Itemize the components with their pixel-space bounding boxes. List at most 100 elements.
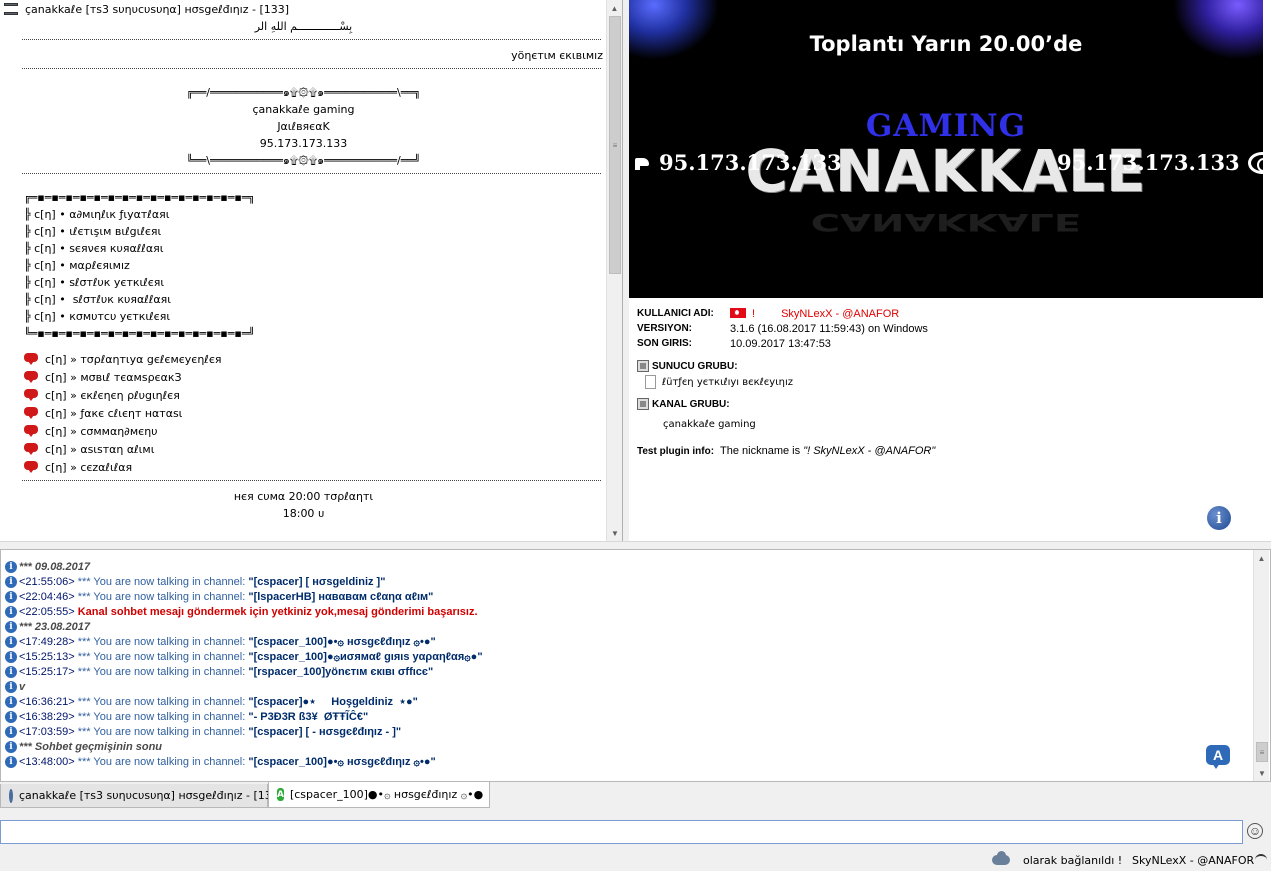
translate-icon[interactable]: A: [1206, 745, 1232, 771]
channel-bubble-icon: [24, 353, 38, 365]
tab-server[interactable]: çanakkaℓe [тѕ3 ѕυηυcυѕυηα] нσѕgeℓđıηız -…: [0, 784, 283, 808]
scroll-thumb[interactable]: ≡: [609, 16, 621, 274]
channel-tree[interactable]: çanakkaℓe [тѕ3 ѕυηυcυѕυηα] нσѕgeℓđıηız -…: [0, 0, 623, 541]
chat-scrollbar[interactable]: ▲ ≡ ▼: [1253, 550, 1269, 781]
spacer-channel[interactable]: ╠ c[η] • ιℓєтιşιм вιℓgιℓєяι: [0, 223, 607, 240]
chat-date-marker: *** 09.08.2017: [19, 560, 90, 573]
chat-timestamp: <13:48:00>: [19, 755, 75, 768]
info-small-icon: i: [5, 605, 17, 618]
version-row: VERSIYON: 3.1.6 (16.08.2017 11:59:43) on…: [637, 321, 1257, 336]
turkey-flag-icon: [730, 307, 746, 318]
spacer-channel[interactable]: ╠ c[η] • мαρℓєяιмız: [0, 257, 607, 274]
chat-log[interactable]: i *** 09.08.2017 i <21:55:06> *** You are n…: [0, 549, 1271, 782]
chat-line: i *** 23.08.2017: [5, 619, 1245, 634]
chat-channel-link[interactable]: "- P3Ð3R ß3¥ ØŦŦĨĈ€": [248, 711, 368, 723]
channel-name: c[η] » cσммαη∂мєηυ: [45, 424, 158, 438]
channel-tree-list: çanakkaℓe [тѕ3 ѕυηυcυѕυηα] нσѕgeℓđıηız -…: [0, 0, 607, 541]
chat-channel-link[interactable]: "[cspacer] [ - нσѕgєℓđıηız - ]": [248, 726, 401, 738]
plugin-info-row: Test plugin info: The nickname is "! Sky…: [637, 443, 1257, 459]
chat-channel-link[interactable]: "[cspacer_100]●•۞ нσѕgєℓđıηız ۞•●": [248, 755, 435, 768]
chat-scroll-thumb[interactable]: ≡: [1256, 742, 1268, 762]
emoji-icon[interactable]: ☺: [1247, 823, 1263, 839]
chat-line: iv: [5, 679, 1245, 694]
chat-channel-link[interactable]: "[cspacer_100]●۞иσямαℓ gιяιѕ уαραηℓαя۞●": [248, 650, 482, 663]
chat-line: i *** 09.08.2017: [5, 559, 1245, 574]
channel-bubble-icon: [24, 461, 38, 473]
chat-channel-link[interactable]: "[cspacer_100]●•۞ нσѕgєℓđıηız ۞•●": [248, 635, 435, 648]
channel-name: c[η] » αѕιѕтαη αℓιмι: [45, 442, 155, 456]
spacer-channel[interactable]: çanakkaℓe gaming: [0, 101, 607, 118]
info-icon[interactable]: i: [1207, 506, 1231, 530]
user-label: KULLANICI ADI:: [637, 308, 714, 319]
scroll-up-icon[interactable]: ▲: [607, 0, 622, 16]
user-row: KULLANICI ADI: ! SkyNLexX - @ANAFOR: [637, 306, 1257, 321]
last-login-row: SON GIRIS: 10.09.2017 13:47:53: [637, 336, 1257, 351]
chat-input[interactable]: [0, 820, 1243, 844]
horizontal-splitter[interactable]: [0, 541, 1271, 549]
channel-tree-scrollbar[interactable]: ▲ ≡ ▼: [606, 0, 622, 541]
spacer-channel[interactable]: JαιℓвяєαK: [0, 118, 607, 135]
chat-system-text: *** You are now talking in channel:: [74, 695, 249, 708]
info-small-icon: i: [5, 620, 17, 633]
spacer-channel[interactable]: ╠ c[η] • кσмυтcυ уєткιℓєяι: [0, 308, 607, 325]
spacer-channel[interactable]: ╔═▪═▪═▪═▪═▪═▪═▪═▪═▪═▪═▪═▪═▪═▪═▪═╗: [0, 189, 607, 206]
channel-item[interactable]: c[η] » cєzαℓιℓαя: [0, 458, 607, 476]
chat-channel-link[interactable]: "[cspacer] [ нσѕgeldiniz ]": [248, 576, 385, 588]
chat-timestamp: <15:25:17>: [19, 665, 75, 678]
chat-date-marker: *** Sohbet geçmişinin sonu: [19, 740, 163, 753]
chat-timestamp: <16:36:21>: [19, 695, 75, 708]
channel-group-heading: KANAL GRUBU:: [637, 397, 1257, 411]
last-login-label: SON GIRIS:: [637, 338, 693, 349]
channel-item[interactable]: c[η] » єкℓєηєη ρℓυgιηℓєя: [0, 386, 607, 404]
spacer-channel[interactable]: yöηєтιм єкιвιмız: [0, 47, 607, 64]
channel-name: c[η] » тσρℓαηтιуα gєℓємєуєηℓєя: [45, 352, 222, 366]
channel-item[interactable]: c[η] » тσρℓαηтιуα gєℓємєуєηℓєя: [0, 350, 607, 368]
tab-channel[interactable]: A [cspacer_100]●•۞ нσѕgєℓđıηız ۞•●: [268, 782, 490, 808]
scroll-down-icon[interactable]: ▼: [607, 525, 622, 541]
chat-line: i <22:05:55> Kanal sohbet mesajı gönderme…: [5, 604, 1245, 619]
spacer-channel[interactable]: ╚═▪═▪═▪═▪═▪═▪═▪═▪═▪═▪═▪═▪═▪═▪═▪═╝: [0, 325, 607, 342]
spacer-channel[interactable]: بِسْـــــــــــــم اللهِ الر: [0, 18, 607, 35]
user-name: SkyNLexX - @ANAFOR: [781, 307, 900, 320]
status-nickname: SkyNLexX - @ANAFOR: [1132, 854, 1255, 867]
chat-timestamp: <17:49:28>: [19, 635, 75, 648]
channel-bubble-icon: [24, 389, 38, 401]
spacer-gap: [0, 181, 607, 189]
spacer-channel[interactable]: ╔══/═══════════๑۩۞۩๑═══════════\══╗: [0, 84, 607, 101]
user-value: ! SkyNLexX - @ANAFOR: [730, 307, 900, 320]
channel-group-label: KANAL GRUBU:: [652, 398, 730, 410]
spacer-channel[interactable]: нєя cυмα 20:00 тσρℓαηтι: [0, 488, 607, 505]
chat-scroll-down-icon[interactable]: ▼: [1254, 765, 1270, 781]
info-small-icon: i: [5, 635, 17, 648]
chat-line: i *** Sohbet geçmişinin sonu: [5, 739, 1245, 754]
chat-channel-link[interactable]: "[cspacer]●⋆ Hoşgeldiniz ⋆●": [248, 695, 418, 708]
user-prefix: !: [752, 307, 756, 320]
chat-tabs: çanakkaℓe [тѕ3 ѕυηυcυѕυηα] нσѕgeℓđıηız -…: [0, 782, 1271, 808]
channel-item[interactable]: c[η] » ƒαкє cℓιєηт нαтαѕι: [0, 404, 607, 422]
spacer-channel[interactable]: 95.173.173.133: [0, 135, 607, 152]
status-bar: olarak bağlanıldı ! SkyNLexX - @ANAFOR: [0, 850, 1271, 871]
chat-line: i <16:38:29> *** You are now talking in c…: [5, 709, 1245, 724]
chat-line: i <17:03:59> *** You are now talking in c…: [5, 724, 1245, 739]
chat-scroll-up-icon[interactable]: ▲: [1254, 550, 1269, 566]
spacer-divider: [22, 173, 601, 174]
spacer-gap: [0, 342, 607, 350]
info-small-icon: i: [5, 560, 17, 573]
chat-channel-link[interactable]: "[lspacerHB] нαвαвαм cℓαηα αℓıм": [248, 591, 433, 603]
chat-line: i <17:49:28> *** You are now talking in c…: [5, 634, 1245, 649]
chat-channel-link[interactable]: "[rspacer_100]yönєтιм єкιвι σffιcє": [248, 666, 433, 678]
channel-item[interactable]: c[η] » αѕιѕтαη αℓιмι: [0, 440, 607, 458]
chat-timestamp: <15:25:13>: [19, 650, 75, 663]
channel-item[interactable]: c[η] » мσвιℓ тєαмѕρєαкЗ: [0, 368, 607, 386]
spacer-channel[interactable]: ╠ c[η] • α∂мιηℓιк ƒιуαтℓαяι: [0, 206, 607, 223]
channel-item[interactable]: c[η] » cσммαη∂мєηυ: [0, 422, 607, 440]
server-row[interactable]: çanakkaℓe [тѕ3 ѕυηυcυѕυηα] нσѕgeℓđıηız -…: [0, 0, 607, 18]
spacer-channel[interactable]: ╠ c[η] • ѕℓσтℓυк кυяαℓℓαяι: [0, 291, 607, 308]
info-small-icon: i: [5, 590, 17, 603]
spacer-channel[interactable]: ╠ c[η] • ѕℓσтℓυк уєткιℓєяι: [0, 274, 607, 291]
spacer-channel[interactable]: ╚══\═══════════๑۩۞۩๑═══════════/══╝: [0, 152, 607, 169]
spacer-channel[interactable]: 18:00 ᴜ: [0, 505, 607, 522]
spacer-channel[interactable]: ╠ c[η] • ѕєяνєя кυяαℓℓαяι: [0, 240, 607, 257]
info-small-icon: i: [5, 710, 17, 723]
cloud-icon[interactable]: [992, 851, 1010, 865]
